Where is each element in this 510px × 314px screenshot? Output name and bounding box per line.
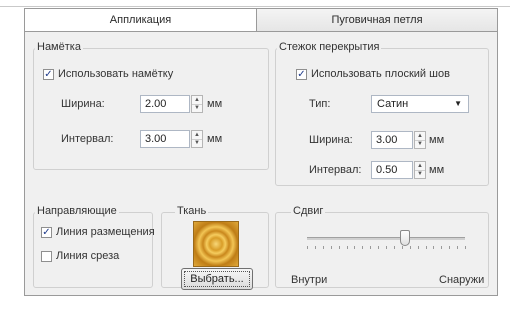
spin-down-icon[interactable]: ▼ bbox=[415, 170, 425, 178]
slider-tick bbox=[338, 246, 340, 249]
slider-tick bbox=[449, 246, 451, 249]
placement-line-checkbox[interactable]: ✓ bbox=[41, 227, 52, 238]
placement-line-label[interactable]: Линия размещения bbox=[56, 226, 155, 238]
nametka-width-label: Ширина: bbox=[61, 98, 105, 110]
slider-tick bbox=[346, 246, 348, 249]
shift-legend: Сдвиг bbox=[291, 205, 326, 217]
slider-tick bbox=[322, 246, 324, 249]
overlap-width-spinner[interactable]: ▲ ▼ bbox=[414, 131, 426, 149]
fabric-swatch-image bbox=[193, 221, 239, 267]
nametka-interval-unit: мм bbox=[207, 133, 223, 145]
nametka-width-unit: мм bbox=[207, 98, 223, 110]
use-nametka-label[interactable]: Использовать намётку bbox=[58, 68, 173, 80]
focus-rectangle bbox=[184, 271, 250, 287]
slider-tick bbox=[378, 246, 380, 249]
check-icon: ✓ bbox=[44, 69, 53, 80]
slider-tick bbox=[425, 246, 427, 249]
slider-tick bbox=[457, 246, 459, 249]
shift-slider-track[interactable] bbox=[307, 237, 465, 240]
overlap-width-label: Ширина: bbox=[309, 134, 353, 146]
slider-tick bbox=[362, 246, 364, 249]
overlap-interval-label: Интервал: bbox=[309, 164, 362, 176]
slider-tick bbox=[401, 246, 403, 249]
spin-down-icon[interactable]: ▼ bbox=[415, 140, 425, 148]
cut-line-checkbox[interactable] bbox=[41, 251, 52, 262]
nametka-interval-spinner[interactable]: ▲ ▼ bbox=[191, 130, 203, 148]
nametka-width-spinner[interactable]: ▲ ▼ bbox=[191, 95, 203, 113]
shift-inside-label: Внутри bbox=[291, 274, 328, 286]
overlap-width-input[interactable]: 3.00 bbox=[371, 131, 413, 149]
nametka-interval-label: Интервал: bbox=[61, 133, 114, 145]
tab-content-panel: Намётка ✓ Использовать намётку Ширина: 2… bbox=[24, 31, 498, 296]
flat-stitch-label[interactable]: Использовать плоский шов bbox=[311, 68, 450, 80]
slider-tick bbox=[314, 246, 316, 249]
overlap-type-select[interactable]: Сатин ▼ bbox=[371, 95, 469, 113]
chevron-down-icon: ▼ bbox=[454, 99, 462, 108]
use-nametka-checkbox[interactable]: ✓ bbox=[43, 69, 54, 80]
slider-tick bbox=[393, 246, 395, 249]
slider-tick bbox=[330, 246, 332, 249]
slider-tick bbox=[307, 246, 308, 249]
nametka-width-input[interactable]: 2.00 bbox=[140, 95, 190, 113]
tab-strip-line bbox=[0, 6, 510, 7]
slider-tick bbox=[386, 246, 387, 249]
overlap-interval-spinner[interactable]: ▲ ▼ bbox=[414, 161, 426, 179]
overlap-width-unit: мм bbox=[429, 134, 445, 146]
flat-stitch-checkbox[interactable]: ✓ bbox=[296, 69, 307, 80]
tab-buttonhole[interactable]: Пуговичная петля bbox=[256, 8, 498, 32]
check-icon: ✓ bbox=[297, 69, 306, 80]
tab-applique-label: Аппликация bbox=[109, 14, 172, 26]
fabric-legend: Ткань bbox=[175, 205, 209, 217]
overlap-type-value: Сатин bbox=[377, 98, 409, 110]
guides-legend: Направляющие bbox=[35, 205, 119, 217]
nametka-interval-input[interactable]: 3.00 bbox=[140, 130, 190, 148]
check-icon: ✓ bbox=[42, 227, 51, 238]
tab-buttonhole-label: Пуговичная петля bbox=[331, 14, 423, 26]
overlap-type-label: Тип: bbox=[309, 98, 331, 110]
choose-fabric-button[interactable]: Выбрать... bbox=[181, 268, 253, 290]
slider-tick bbox=[465, 246, 466, 249]
overlap-interval-unit: мм bbox=[429, 164, 445, 176]
slider-tick bbox=[417, 246, 419, 249]
nametka-legend: Намётка bbox=[35, 41, 83, 53]
shift-outside-label: Снаружи bbox=[439, 274, 485, 286]
tab-applique[interactable]: Аппликация bbox=[24, 8, 257, 32]
overlap-legend: Стежок перекрытия bbox=[277, 41, 382, 53]
shift-slider-thumb[interactable] bbox=[399, 230, 410, 246]
slider-tick bbox=[370, 246, 372, 249]
slider-tick bbox=[441, 246, 443, 249]
slider-tick bbox=[433, 246, 435, 249]
cut-line-label[interactable]: Линия среза bbox=[56, 250, 119, 262]
slider-tick bbox=[409, 246, 411, 249]
spin-down-icon[interactable]: ▼ bbox=[192, 104, 202, 112]
overlap-interval-input[interactable]: 0.50 bbox=[371, 161, 413, 179]
spin-down-icon[interactable]: ▼ bbox=[192, 139, 202, 147]
slider-tick bbox=[354, 246, 356, 249]
